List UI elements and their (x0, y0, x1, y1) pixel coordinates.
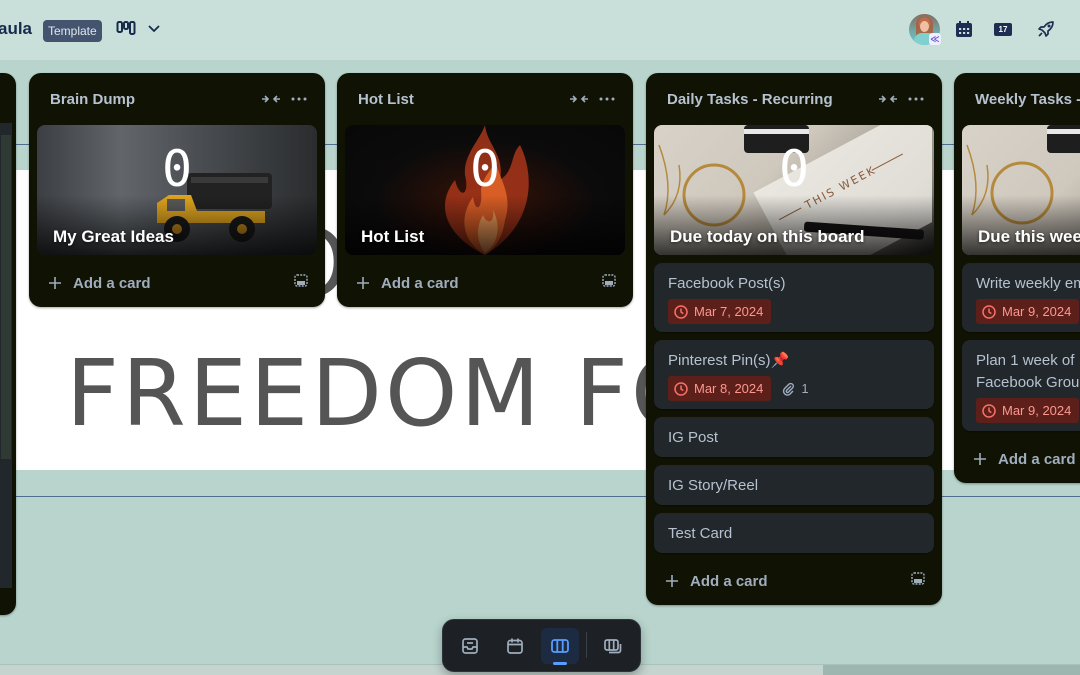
card-count: 0 (161, 140, 193, 198)
list-actions-button[interactable] (902, 85, 930, 113)
cover-card-title: My Great Ideas (53, 227, 174, 246)
switch-boards-icon (604, 639, 622, 654)
add-card-button[interactable]: Add a card (37, 259, 317, 307)
more-icon (908, 97, 924, 101)
card[interactable]: Facebook Post(s) Mar 7, 2024 (654, 263, 934, 332)
admin-chevron-icon: ≪ (929, 33, 941, 45)
banner-text: FREEDOM FO (66, 340, 707, 447)
view-switcher (442, 619, 641, 672)
more-icon (291, 97, 307, 101)
list-title[interactable]: Weekly Tasks - (975, 91, 1080, 108)
create-from-template-icon[interactable] (293, 273, 309, 294)
card-title: Plan 1 week of Facebook Grou (976, 352, 1080, 391)
collapse-icon (570, 95, 588, 103)
board-icon (551, 639, 569, 653)
add-card-button[interactable]: Add a card (962, 435, 1080, 483)
paperclip-icon (783, 382, 795, 396)
add-card-label: Add a card (998, 450, 1076, 468)
clock-icon (982, 304, 996, 319)
attachment-count: 1 (801, 381, 809, 396)
due-date-badge[interactable]: Mar 9, 2024 (976, 398, 1080, 423)
add-card-button[interactable]: Add a card (345, 259, 625, 307)
cover-card-title: Due this week (978, 227, 1080, 246)
add-card-label: Add a card (690, 572, 768, 590)
collapse-list-button[interactable] (565, 85, 593, 113)
cover-card-title: Hot List (361, 227, 425, 246)
due-date: Mar 8, 2024 (694, 381, 764, 396)
planner-button[interactable] (496, 628, 534, 664)
add-card-label: Add a card (381, 274, 459, 292)
list-hot-list: Hot List 0 Hot List Add a card (337, 73, 633, 307)
card[interactable]: Plan 1 week of Facebook Grou Mar 9, 2024 (962, 340, 1080, 431)
attachments-badge: 1 (781, 381, 809, 396)
rocket-icon[interactable] (1036, 19, 1056, 44)
switch-boards-button[interactable] (594, 628, 632, 664)
card[interactable]: Pinterest Pin(s)📌 Mar 8, 2024 1 (654, 340, 934, 409)
add-card-button[interactable]: Add a card (654, 557, 934, 605)
card-count: 0 (469, 140, 501, 198)
card-title: Pinterest Pin(s)📌 (668, 352, 790, 369)
list-scrollbar-thumb[interactable] (1, 135, 11, 459)
calendar-icon (507, 638, 523, 654)
card-title: Facebook Post(s) (668, 275, 786, 292)
template-badge: Template (43, 20, 102, 42)
board-view-switcher[interactable] (116, 18, 162, 38)
list-title[interactable]: Brain Dump (50, 91, 257, 108)
list-cover-card[interactable]: 0 My Great Ideas (37, 125, 317, 255)
due-date-badge[interactable]: Mar 8, 2024 (668, 376, 772, 401)
clock-icon (982, 403, 996, 418)
collapse-icon (262, 95, 280, 103)
list-actions-button[interactable] (285, 85, 313, 113)
collapse-list-button[interactable] (874, 85, 902, 113)
more-icon (599, 97, 615, 101)
list-weekly-tasks: Weekly Tasks - Due this week Write weekl… (954, 73, 1080, 483)
plus-icon (357, 277, 369, 289)
list-title[interactable]: Hot List (358, 91, 565, 108)
clock-icon (674, 381, 688, 396)
due-date: Mar 9, 2024 (1002, 403, 1072, 418)
list-cover-card[interactable]: Due this week (962, 125, 1080, 255)
list-cover-card[interactable]: THIS WEEK 0 Due today on this board (654, 125, 934, 255)
card-title: Write weekly em (976, 275, 1080, 292)
plus-icon (49, 277, 61, 289)
calendar-17-icon[interactable]: 17 (994, 23, 1012, 36)
due-date: Mar 7, 2024 (694, 304, 764, 319)
card-count: 0 (778, 140, 810, 198)
chevron-down-icon (146, 20, 162, 36)
list-partial-left (0, 73, 16, 615)
collapse-icon (879, 95, 897, 103)
cover-card-title: Due today on this board (670, 227, 865, 246)
board-name[interactable]: aula (0, 19, 32, 39)
collapse-list-button[interactable] (257, 85, 285, 113)
list-actions-button[interactable] (593, 85, 621, 113)
list-daily-tasks: Daily Tasks - Recurring THIS WEEK 0 Due … (646, 73, 942, 605)
card[interactable]: Write weekly em Mar 9, 2024 (962, 263, 1080, 332)
card[interactable]: IG Post (654, 417, 934, 457)
plus-icon (666, 575, 678, 587)
board-button[interactable] (541, 628, 579, 664)
list-brain-dump: Brain Dump 0 My Great Ideas Add a card (29, 73, 325, 307)
switcher-divider (586, 632, 587, 658)
add-card-label: Add a card (73, 274, 151, 292)
card-title: IG Story/Reel (668, 477, 759, 494)
inbox-button[interactable] (451, 628, 489, 664)
card[interactable]: IG Story/Reel (654, 465, 934, 505)
card[interactable]: Test Card (654, 513, 934, 553)
active-view-indicator (553, 662, 567, 665)
horizontal-scrollbar-thumb[interactable] (823, 665, 1080, 675)
card-title: IG Post (668, 429, 719, 446)
create-from-template-icon[interactable] (910, 571, 926, 592)
due-date-badge[interactable]: Mar 7, 2024 (668, 299, 772, 324)
create-from-template-icon[interactable] (601, 273, 617, 294)
card-title: Test Card (668, 525, 733, 542)
plus-icon (974, 453, 986, 465)
clock-icon (674, 304, 688, 319)
due-date-badge[interactable]: Mar 9, 2024 (976, 299, 1080, 324)
inbox-icon (462, 638, 478, 654)
due-date: Mar 9, 2024 (1002, 304, 1072, 319)
calendar-icon[interactable] (954, 19, 974, 44)
board-view-icon (116, 18, 136, 38)
list-title[interactable]: Daily Tasks - Recurring (667, 91, 874, 108)
list-cover-card[interactable]: 0 Hot List (345, 125, 625, 255)
